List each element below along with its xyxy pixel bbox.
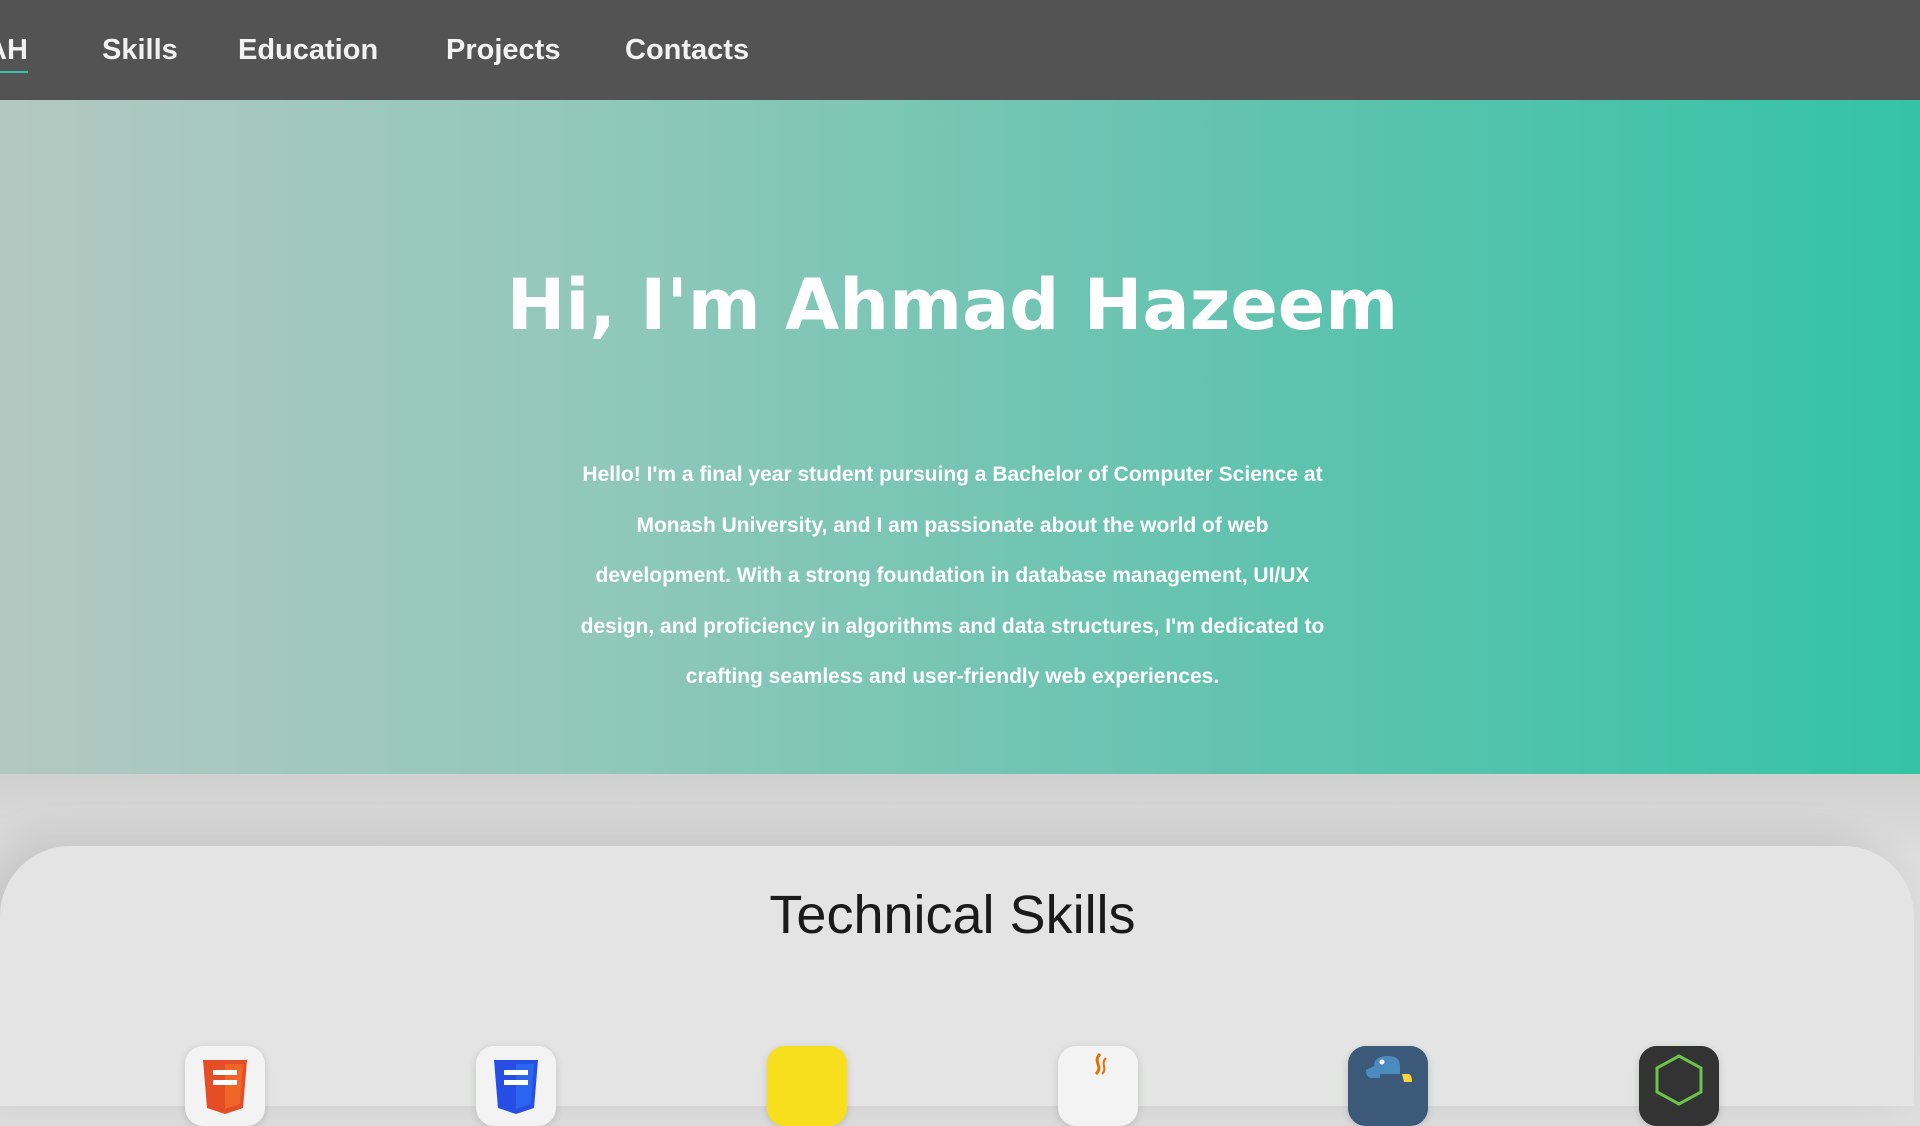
html5-icon[interactable] <box>185 1046 265 1126</box>
nav-item-contacts[interactable]: Contacts <box>625 30 749 70</box>
hero-intro-line: Hello! I'm a final year student pursuing… <box>582 463 1323 486</box>
nav-logo[interactable]: AH <box>0 30 28 73</box>
skills-title: Technical Skills <box>769 885 1136 945</box>
javascript-icon[interactable] <box>767 1046 847 1126</box>
hero-intro-line: crafting seamless and user-friendly web … <box>685 665 1220 688</box>
python-icon[interactable] <box>1348 1046 1428 1126</box>
section-divider-shadow <box>0 774 1920 854</box>
hero-intro-line: design, and proficiency in algorithms an… <box>580 614 1325 638</box>
hero-title: Hi, I'm Ahmad Hazeem <box>506 264 1399 346</box>
navbar: AH Skills Education Projects Contacts <box>0 0 1920 100</box>
hero-intro-line: development. With a strong foundation in… <box>595 564 1310 587</box>
nav-item-projects[interactable]: Projects <box>446 30 560 70</box>
nav-item-skills[interactable]: Skills <box>102 30 178 70</box>
hero-intro-line: Monash University, and I am passionate a… <box>636 513 1269 537</box>
hero-section: Hi, I'm Ahmad Hazeem Hello! I'm a final … <box>0 100 1920 774</box>
hero-intro: Hello! I'm a final year student pursuing… <box>560 450 1345 703</box>
css3-icon[interactable] <box>476 1046 556 1126</box>
nav-item-education[interactable]: Education <box>238 30 378 70</box>
java-icon[interactable] <box>1058 1046 1138 1126</box>
nodejs-icon[interactable] <box>1639 1046 1719 1126</box>
